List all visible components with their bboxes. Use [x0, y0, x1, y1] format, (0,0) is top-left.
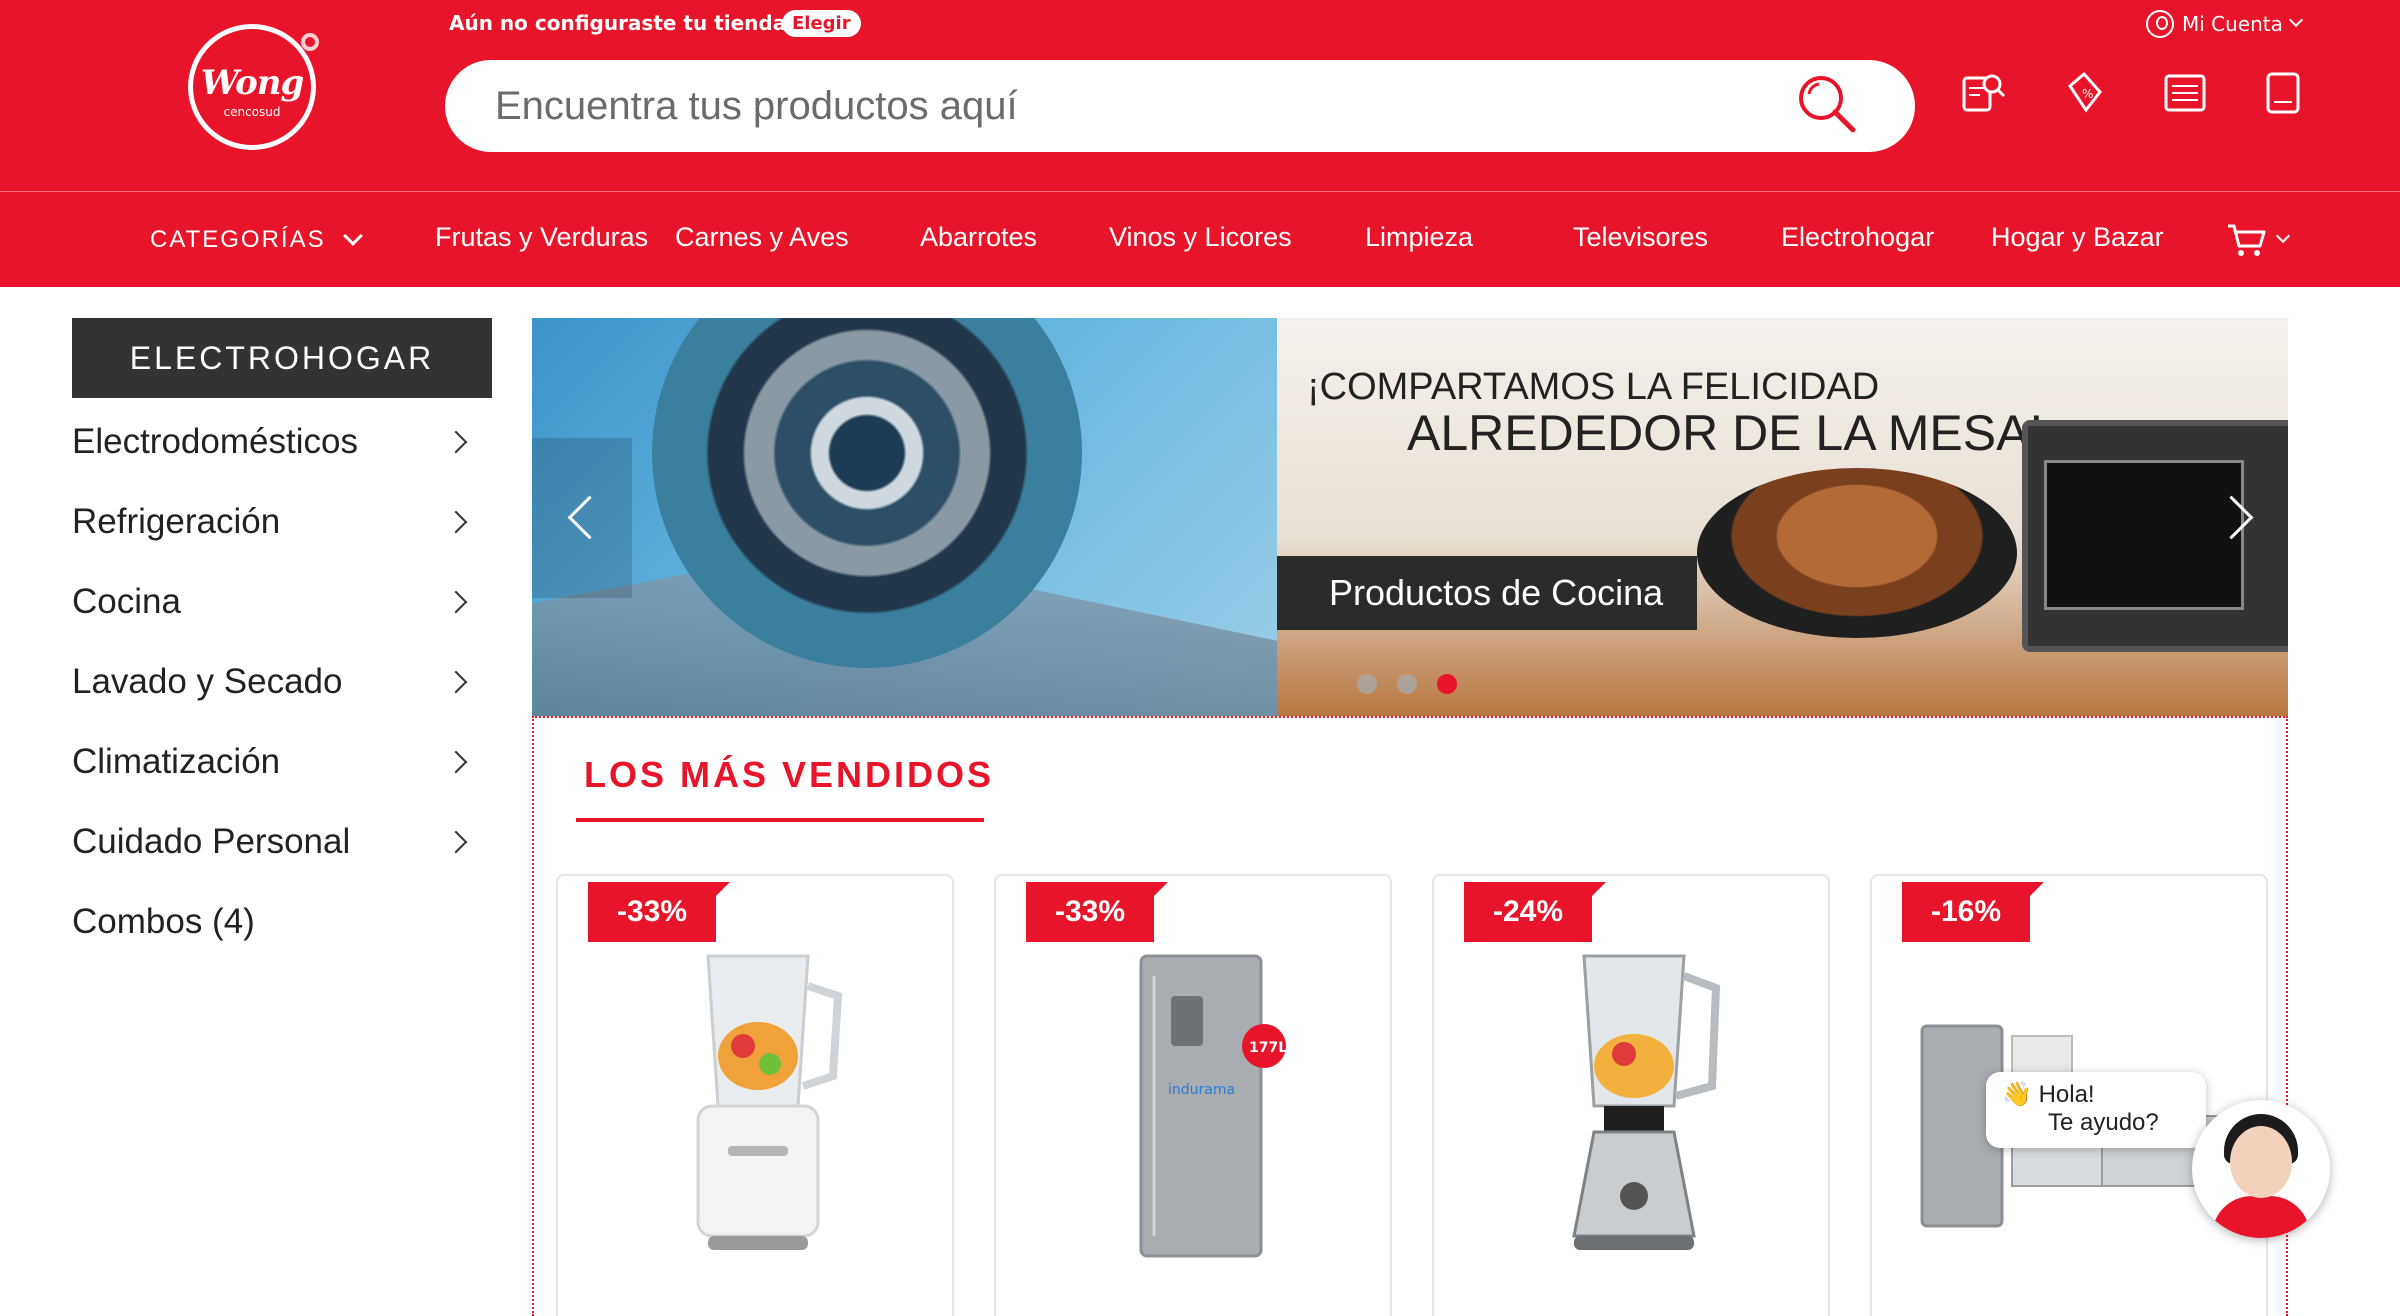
blender-chrome-image: [1572, 954, 1721, 1250]
sidebar-item-climatizacion[interactable]: Climatización: [72, 722, 472, 802]
chevron-right-icon: [444, 430, 468, 454]
blender-image: [696, 954, 843, 1250]
order-search-icon[interactable]: [1958, 68, 2008, 118]
carousel-dots: [1357, 674, 1457, 694]
nav-item-limpieza[interactable]: Limpieza: [1365, 222, 1473, 253]
categories-label: CATEGORÍAS: [150, 226, 326, 253]
sidebar-item-refrigeracion[interactable]: Refrigeración: [72, 482, 472, 562]
choose-store-button[interactable]: Elegir: [782, 10, 861, 37]
chevron-right-icon: [444, 830, 468, 854]
sidebar-item-label: Combos (4): [72, 902, 255, 941]
grill-pan-image: [1697, 468, 2017, 638]
sidebar-item-label: Electrodomésticos: [72, 422, 358, 461]
shaver-image: [532, 318, 1277, 716]
nav-item-hogar-bazar[interactable]: Hogar y Bazar: [1991, 222, 2164, 253]
carousel-next-icon[interactable]: [2188, 438, 2288, 598]
store-message: Aún no configuraste tu tienda: [449, 11, 787, 35]
chat-line-1: 👋 Hola!: [2002, 1081, 2095, 1108]
chat-greeting-bubble[interactable]: 👋 Hola! Te ayudo?: [1986, 1072, 2206, 1148]
logo-sub: cencosud: [223, 105, 281, 119]
avatar-face: [2230, 1126, 2292, 1198]
banner-title-line2: ALREDEDOR DE LA MESA!: [1407, 405, 2044, 461]
logo-dot-icon: [301, 33, 319, 51]
sidebar-item-label: Refrigeración: [72, 502, 281, 541]
brand-label: indurama: [1168, 1082, 1235, 1098]
catalog-book-icon[interactable]: [2258, 68, 2308, 118]
carousel-dot-3[interactable]: [1437, 674, 1457, 694]
sidebar-item-electrodomesticos[interactable]: Electrodomésticos: [72, 402, 472, 482]
sidebar-item-lavado-secado[interactable]: Lavado y Secado: [72, 642, 472, 722]
wong-logo[interactable]: Wong cencosud: [188, 24, 319, 150]
kitchen-promo-panel: ¡COMPARTAMOS LA FELICIDAD ALREDEDOR DE L…: [1277, 318, 2288, 716]
nav-item-frutas-verduras[interactable]: Frutas y Verduras: [435, 222, 648, 253]
avatar-body: [2212, 1196, 2310, 1238]
discount-badge: -33%: [1026, 882, 1168, 942]
sidebar-item-cuidado-personal[interactable]: Cuidado Personal: [72, 802, 472, 882]
chevron-right-icon: [444, 670, 468, 694]
nav-item-vinos-licores[interactable]: Vinos y Licores: [1109, 222, 1292, 253]
nav-item-electrohogar[interactable]: Electrohogar: [1781, 222, 1934, 253]
sidebar-item-label: Climatización: [72, 742, 281, 781]
chevron-right-icon: [444, 510, 468, 534]
discount-tag-icon[interactable]: %: [2060, 68, 2110, 118]
cart-button[interactable]: [2226, 222, 2291, 258]
chat-greeting: Hola!: [2038, 1081, 2095, 1108]
discount-badge: -33%: [588, 882, 730, 942]
refrigerator-image: 177L indurama: [1139, 954, 1287, 1258]
my-account-menu[interactable]: Mi Cuenta: [2146, 8, 2303, 40]
carousel-dot-2[interactable]: [1397, 674, 1417, 694]
size-badge: 177L: [1249, 1040, 1287, 1056]
search-input[interactable]: [495, 80, 1675, 132]
banner-tag: Productos de Cocina: [1277, 556, 1697, 630]
carousel-prev-icon[interactable]: [532, 438, 632, 598]
account-label: Mi Cuenta: [2182, 12, 2283, 36]
chevron-right-icon: [444, 750, 468, 774]
sidebar-title: ELECTROHOGAR: [72, 318, 492, 398]
chevron-down-icon: [2275, 228, 2291, 244]
top-header: Wong cencosud Aún no configuraste tu tie…: [0, 0, 2400, 191]
title-underline: [576, 818, 984, 822]
chevron-down-icon: [342, 226, 363, 246]
sidebar-category-list: Electrodomésticos Refrigeración Cocina L…: [72, 402, 472, 962]
product-card[interactable]: -24%: [1432, 874, 1830, 1316]
chat-line-2: Te ayudo?: [2048, 1109, 2159, 1136]
search-bar: [445, 60, 1915, 152]
chevron-right-icon: [444, 590, 468, 614]
chat-assistant-avatar[interactable]: [2192, 1100, 2330, 1238]
banner-title-line1: ¡COMPARTAMOS LA FELICIDAD: [1307, 366, 1880, 408]
best-sellers-title: LOS MÁS VENDIDOS: [584, 754, 995, 795]
hero-carousel[interactable]: ¡COMPARTAMOS LA FELICIDAD ALREDEDOR DE L…: [532, 318, 2288, 716]
discount-badge: -24%: [1464, 882, 1606, 942]
category-nav: CATEGORÍAS Frutas y Verduras Carnes y Av…: [0, 191, 2400, 287]
sidebar-item-label: Cuidado Personal: [72, 822, 351, 861]
product-card[interactable]: -33% 177L indurama: [994, 874, 1392, 1316]
cart-icon: [2228, 224, 2266, 256]
nav-item-abarrotes[interactable]: Abarrotes: [920, 222, 1037, 253]
svg-text:%: %: [2082, 87, 2093, 101]
sidebar-item-cocina[interactable]: Cocina: [72, 562, 472, 642]
chevron-down-icon: [2288, 12, 2303, 28]
sidebar-item-label: Lavado y Secado: [72, 662, 343, 701]
sidebar-item-label: Cocina: [72, 582, 181, 621]
product-card[interactable]: -33%: [556, 874, 954, 1316]
carousel-dot-1[interactable]: [1357, 674, 1377, 694]
best-sellers-section: LOS MÁS VENDIDOS -33% -33% 177L indurama…: [532, 716, 2288, 1316]
nav-item-televisores[interactable]: Televisores: [1573, 222, 1708, 253]
sidebar-item-combos[interactable]: Combos (4): [72, 882, 472, 962]
logo-brand: Wong: [200, 63, 305, 103]
discount-badge: -16%: [1902, 882, 2044, 942]
shopping-list-icon[interactable]: [2160, 68, 2210, 118]
categories-dropdown[interactable]: CATEGORÍAS: [150, 226, 363, 254]
user-icon: [2146, 10, 2174, 38]
search-icon[interactable]: [1795, 72, 1859, 136]
nav-item-carnes-aves[interactable]: Carnes y Aves: [675, 222, 849, 253]
